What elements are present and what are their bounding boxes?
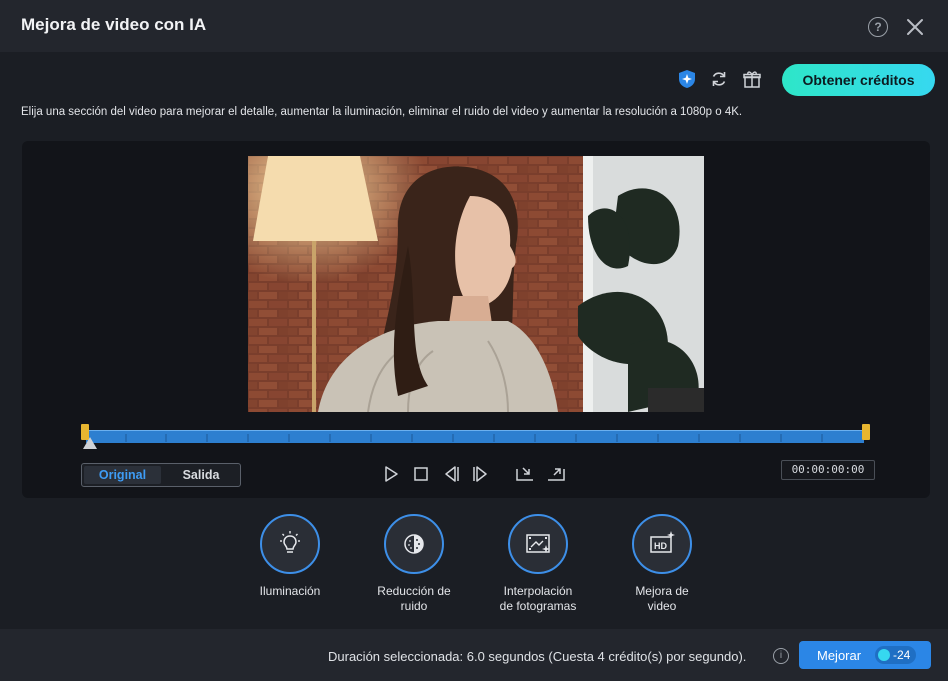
feature-label: Iluminación <box>259 584 321 598</box>
video-preview <box>248 156 704 412</box>
set-end-point-icon[interactable] <box>546 465 568 483</box>
timeline-ticks <box>125 434 823 442</box>
toggle-original[interactable]: Original <box>84 466 161 484</box>
next-frame-icon[interactable] <box>472 465 490 483</box>
window-title: Mejora de video con IA <box>21 15 207 34</box>
feature-video-enhancement[interactable]: HD Mejora de video <box>602 514 722 614</box>
feature-label: Mejora de video <box>635 584 689 613</box>
play-icon[interactable] <box>382 465 400 483</box>
video-enhancement-button[interactable]: HD <box>632 514 692 574</box>
refresh-icon[interactable] <box>709 69 729 89</box>
stop-icon[interactable] <box>412 465 430 483</box>
noise-reduction-icon <box>404 534 424 554</box>
feature-illumination[interactable]: Iluminación <box>230 514 350 599</box>
cost-value: -24 <box>893 648 911 662</box>
get-credits-button[interactable]: Obtener créditos <box>782 64 935 96</box>
feature-label: Reducción de ruido <box>377 584 451 613</box>
feature-label: Interpolación de fotogramas <box>499 584 577 613</box>
credit-gem-icon <box>878 649 890 661</box>
duration-text: Duración seleccionada: 6.0 segundos (Cue… <box>328 649 747 664</box>
set-start-point-icon[interactable] <box>515 465 537 483</box>
illumination-button[interactable] <box>260 514 320 574</box>
close-icon[interactable] <box>904 16 926 38</box>
feature-frame-interpolation[interactable]: Interpolación de fotogramas <box>478 514 598 614</box>
help-icon[interactable]: ? <box>868 17 888 37</box>
feature-noise-reduction[interactable]: Reducción de ruido <box>354 514 474 614</box>
shield-credit-icon[interactable] <box>677 69 697 89</box>
hd-icon: HD <box>650 531 675 553</box>
frame-interpolation-icon <box>526 534 550 553</box>
frame-interpolation-button[interactable] <box>508 514 568 574</box>
svg-text:HD: HD <box>654 541 667 551</box>
view-toggle: Original Salida <box>81 463 241 487</box>
gift-icon[interactable] <box>742 69 762 89</box>
timecode-display: 00:00:00:00 <box>781 460 875 480</box>
enhance-label: Mejorar <box>817 648 862 663</box>
enhance-button[interactable]: Mejorar -24 <box>799 641 931 669</box>
previous-frame-icon[interactable] <box>442 465 460 483</box>
description-text: Elija una sección del video para mejorar… <box>21 106 743 118</box>
info-icon[interactable]: i <box>773 648 789 664</box>
playhead[interactable] <box>83 437 97 449</box>
toggle-output[interactable]: Salida <box>163 466 239 484</box>
lightbulb-icon <box>280 531 300 553</box>
noise-reduction-button[interactable] <box>384 514 444 574</box>
trim-end-handle[interactable] <box>862 424 870 440</box>
cost-badge: -24 <box>875 646 917 664</box>
